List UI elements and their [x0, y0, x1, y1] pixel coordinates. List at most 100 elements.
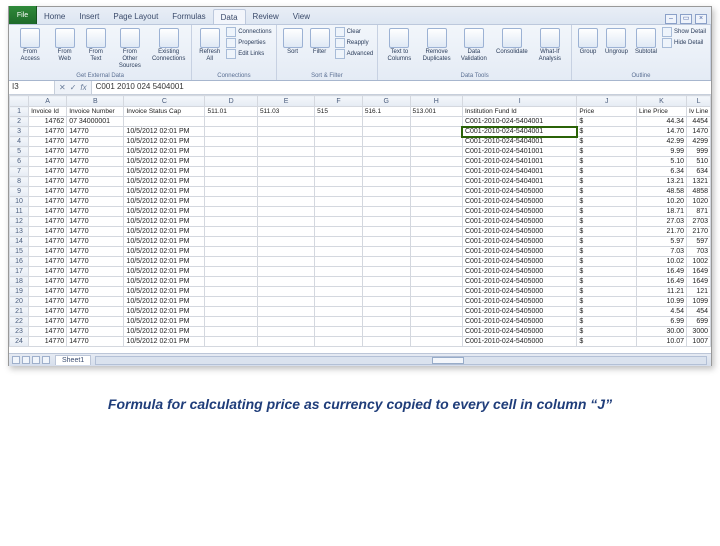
cell[interactable]: 14770 [67, 287, 124, 297]
formula-input[interactable]: C001 2010 024 5404001 [92, 81, 711, 94]
cell[interactable] [315, 297, 363, 307]
cell[interactable]: C001-2010-024-5404001 [462, 167, 576, 177]
cell[interactable] [362, 247, 410, 257]
cell[interactable] [257, 207, 314, 217]
cell[interactable] [257, 307, 314, 317]
cell[interactable]: $ [577, 257, 637, 267]
cell[interactable]: 14770 [29, 167, 67, 177]
ungroup-button[interactable]: Ungroup [603, 27, 630, 57]
cell[interactable] [257, 117, 314, 127]
cell[interactable] [362, 267, 410, 277]
tab-home[interactable]: Home [37, 9, 72, 24]
text-to-cols-button[interactable]: Text to Columns [382, 27, 416, 64]
cell[interactable]: 14770 [67, 327, 124, 337]
cell[interactable]: 10/5/2012 02:01 PM [124, 337, 205, 347]
cell[interactable] [362, 167, 410, 177]
cell[interactable]: 1007 [687, 337, 711, 347]
cell[interactable] [410, 287, 462, 297]
cell[interactable] [315, 267, 363, 277]
cell[interactable] [205, 127, 257, 137]
cell[interactable]: 10/5/2012 02:01 PM [124, 257, 205, 267]
cell[interactable]: 14770 [67, 317, 124, 327]
horizontal-scrollbar[interactable] [95, 356, 707, 365]
row-header[interactable]: 20 [10, 297, 29, 307]
cell[interactable]: 14770 [29, 137, 67, 147]
cell[interactable] [205, 187, 257, 197]
sheet-tab[interactable]: Sheet1 [55, 355, 91, 365]
cell[interactable] [315, 327, 363, 337]
col-header-H[interactable]: H [410, 96, 462, 107]
cell[interactable] [362, 207, 410, 217]
cell[interactable]: 14770 [29, 177, 67, 187]
cell[interactable]: 4454 [687, 117, 711, 127]
cell[interactable]: 10.20 [636, 197, 686, 207]
cell[interactable] [410, 157, 462, 167]
cell[interactable] [205, 237, 257, 247]
cell[interactable]: 14770 [29, 157, 67, 167]
cell[interactable] [257, 277, 314, 287]
cell[interactable] [362, 197, 410, 207]
cell[interactable]: 703 [687, 247, 711, 257]
header-cell[interactable]: 513.001 [410, 107, 462, 117]
cell[interactable]: C001-2010-024-5405000 [462, 207, 576, 217]
cell[interactable] [410, 317, 462, 327]
select-all-cell[interactable] [10, 96, 29, 107]
header-cell[interactable]: 516.1 [362, 107, 410, 117]
tab-insert[interactable]: Insert [72, 9, 106, 24]
cell[interactable]: 871 [687, 207, 711, 217]
cell[interactable]: 2170 [687, 227, 711, 237]
cell[interactable] [362, 217, 410, 227]
cell[interactable] [362, 277, 410, 287]
col-header-E[interactable]: E [257, 96, 314, 107]
row-header[interactable]: 12 [10, 217, 29, 227]
cell[interactable]: $ [577, 117, 637, 127]
col-header-I[interactable]: I [462, 96, 576, 107]
cell[interactable]: 14770 [67, 337, 124, 347]
header-cell[interactable]: 511.01 [205, 107, 257, 117]
cell[interactable] [205, 177, 257, 187]
cell[interactable]: 1649 [687, 277, 711, 287]
cell[interactable] [205, 207, 257, 217]
cell[interactable]: 10/5/2012 02:01 PM [124, 217, 205, 227]
cell[interactable] [362, 227, 410, 237]
cell[interactable]: $ [577, 327, 637, 337]
cell[interactable] [205, 287, 257, 297]
cell[interactable] [205, 147, 257, 157]
cell[interactable]: 14762 [29, 117, 67, 127]
cell[interactable] [362, 337, 410, 347]
cell[interactable]: $ [577, 337, 637, 347]
cell[interactable]: $ [577, 267, 637, 277]
cell[interactable] [410, 117, 462, 127]
cell[interactable]: 10/5/2012 02:01 PM [124, 287, 205, 297]
col-header-A[interactable]: A [29, 96, 67, 107]
cell[interactable]: 1002 [687, 257, 711, 267]
row-header[interactable]: 5 [10, 147, 29, 157]
cell[interactable] [315, 237, 363, 247]
cell[interactable]: 14770 [29, 217, 67, 227]
what-if-button[interactable]: What-If Analysis [533, 27, 567, 64]
cell[interactable]: 14770 [29, 127, 67, 137]
cell[interactable]: 14770 [67, 267, 124, 277]
sheet-nav[interactable] [9, 356, 53, 364]
cell[interactable] [410, 247, 462, 257]
cell[interactable] [410, 227, 462, 237]
cell[interactable]: 11.21 [636, 287, 686, 297]
data-val-button[interactable]: Data Validation [457, 27, 491, 64]
cell[interactable]: 10/5/2012 02:01 PM [124, 237, 205, 247]
cell[interactable] [257, 287, 314, 297]
cancel-formula-icon[interactable]: ✕ [59, 83, 66, 92]
header-cell[interactable]: 511.03 [257, 107, 314, 117]
from-access-button[interactable]: From Access [13, 27, 47, 64]
cell[interactable]: C001-2010-024-5404001 [462, 117, 576, 127]
cell[interactable]: 14770 [29, 147, 67, 157]
cell[interactable] [205, 157, 257, 167]
cell[interactable] [410, 217, 462, 227]
group-button[interactable]: Group [576, 27, 600, 57]
consolidate-button[interactable]: Consolidate [494, 27, 530, 57]
cell[interactable]: 14770 [67, 197, 124, 207]
cell[interactable] [410, 297, 462, 307]
name-box[interactable]: I3 [9, 81, 55, 94]
cell[interactable]: 14770 [67, 257, 124, 267]
cell[interactable]: 13.21 [636, 177, 686, 187]
cell[interactable] [205, 307, 257, 317]
